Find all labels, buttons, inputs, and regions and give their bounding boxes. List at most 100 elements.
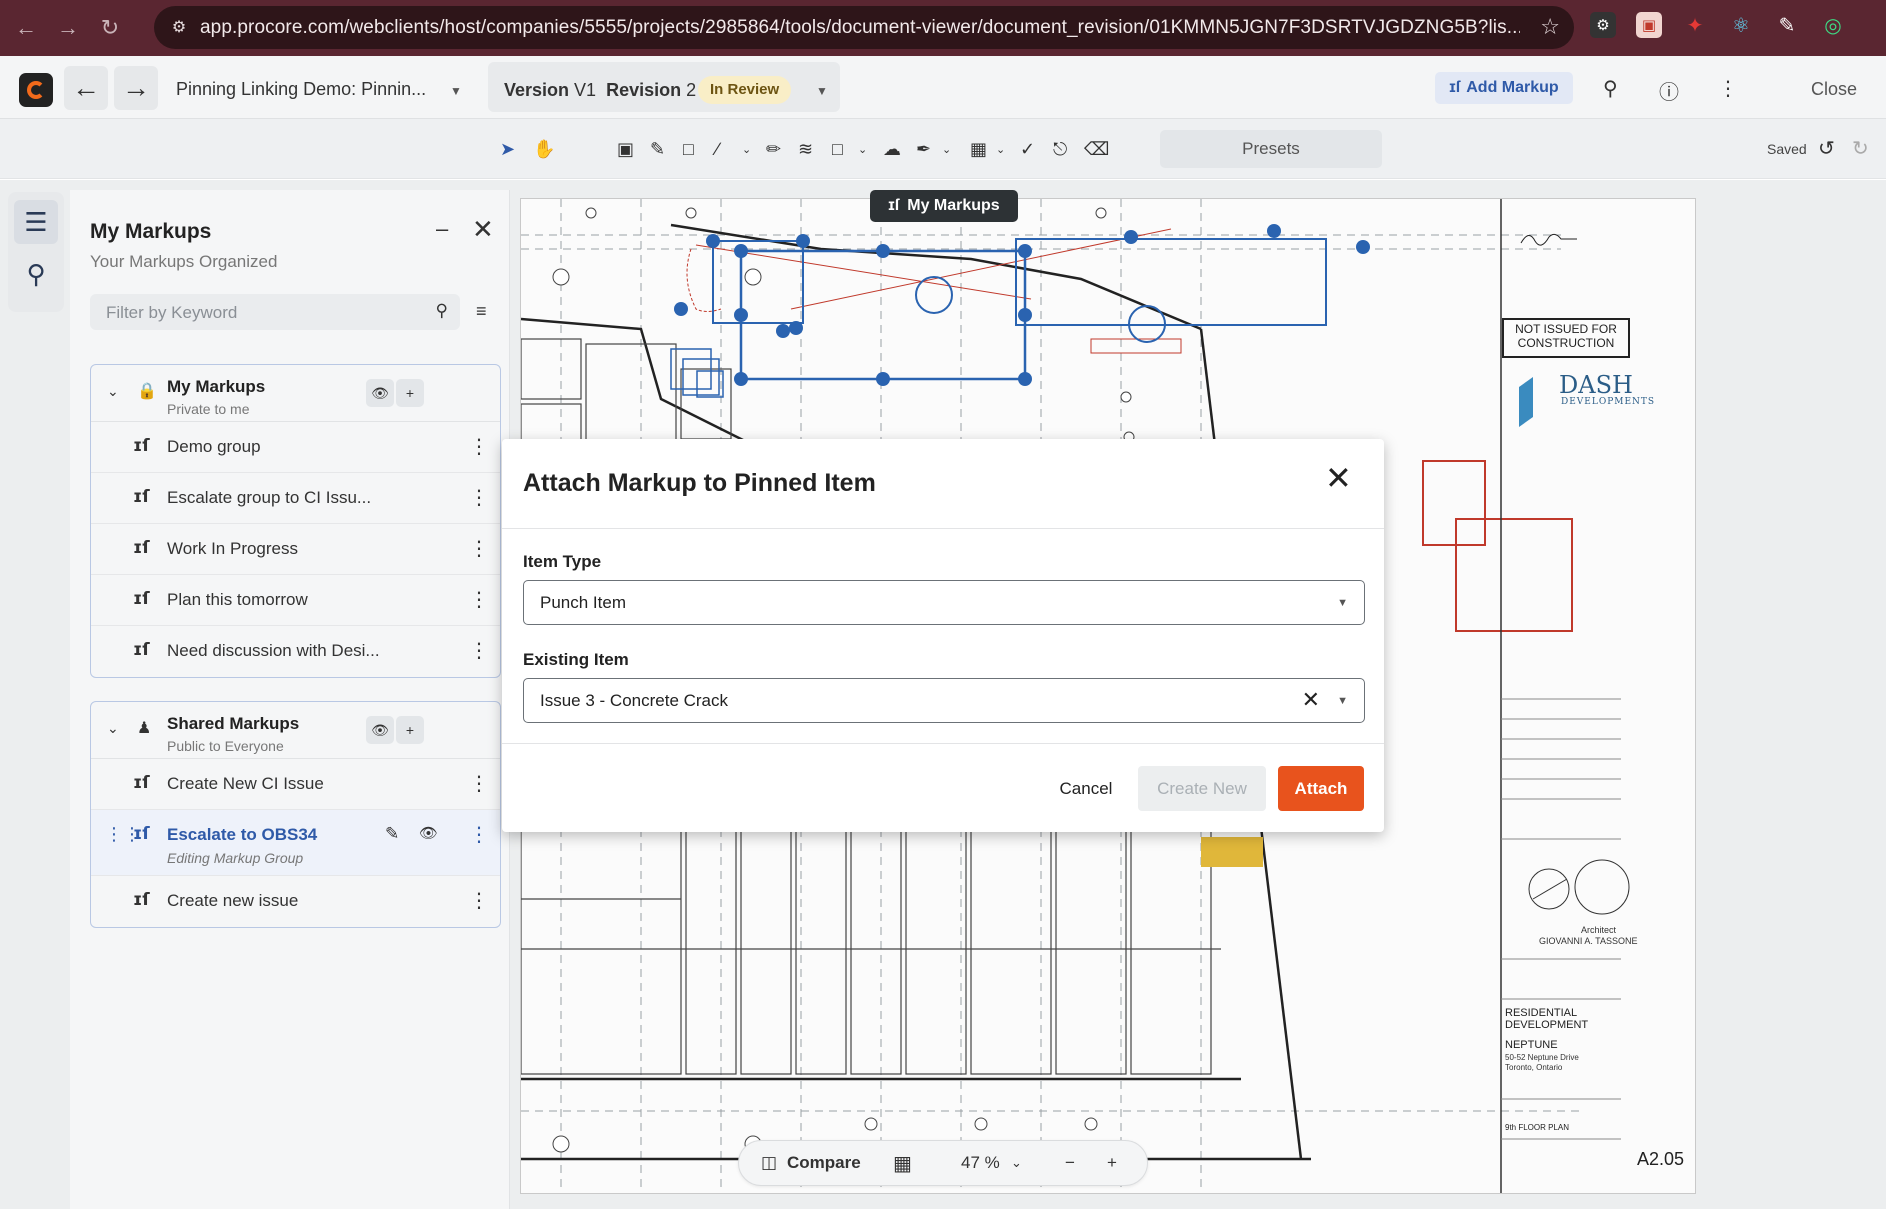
list-item[interactable]: ɪſ Need discussion with Desi... ⋮ [91, 626, 500, 677]
pen-tool-icon[interactable]: ✏ [766, 139, 781, 160]
list-item[interactable]: ɪſ Plan this tomorrow ⋮ [91, 575, 500, 626]
line-tool-icon[interactable]: ∕ [716, 139, 719, 160]
back-arrow-icon[interactable]: ← [64, 66, 108, 110]
extension-gear-icon[interactable]: ⚙ [1590, 12, 1616, 38]
undo-icon[interactable]: ↺ [1818, 136, 1835, 161]
filter-options-icon[interactable]: ≡ [476, 301, 487, 322]
clear-icon[interactable]: ✕ [1302, 687, 1320, 713]
search-icon[interactable]: ⚲ [1603, 76, 1618, 101]
visibility-eye-icon[interactable]: 👁 [366, 716, 394, 744]
measure-tool-icon[interactable]: ≋ [798, 139, 813, 160]
list-item[interactable]: ɪſ Demo group ⋮ [91, 422, 500, 473]
extension-picker-icon[interactable]: ✎ [1774, 12, 1800, 38]
grid-view-icon[interactable]: ▦ [893, 1151, 912, 1176]
more-options-icon[interactable]: ⋮ [469, 587, 489, 612]
check-tool-icon[interactable]: ✓ [1020, 139, 1035, 160]
more-options-icon[interactable]: ⋮ [1718, 76, 1738, 101]
add-icon[interactable]: + [396, 379, 424, 407]
layers-icon[interactable]: ☰ [14, 200, 58, 244]
existing-item-select[interactable]: Issue 3 - Concrete Crack ✕ ▼ [523, 678, 1365, 723]
compare-button[interactable]: Compare [787, 1153, 861, 1173]
item-type-select[interactable]: Punch Item ▼ [523, 580, 1365, 625]
bookmark-star-icon[interactable]: ☆ [1540, 14, 1560, 40]
text-box-tool-icon[interactable]: ▣ [617, 139, 634, 160]
document-title[interactable]: Pinning Linking Demo: Pinnin... [176, 79, 426, 100]
forward-icon[interactable]: → [52, 12, 84, 44]
more-options-icon[interactable]: ⋮ [469, 434, 489, 459]
highlighter-tool-icon[interactable]: ✎ [650, 139, 665, 160]
rectangle-tool-icon[interactable]: □ [832, 139, 843, 160]
close-icon[interactable]: ✕ [472, 214, 494, 245]
more-options-icon[interactable]: ⋮ [469, 638, 489, 663]
add-icon[interactable]: + [396, 716, 424, 744]
redo-icon[interactable]: ↻ [1852, 136, 1869, 161]
close-button[interactable]: Close [1811, 79, 1857, 100]
procore-logo-icon[interactable] [19, 73, 53, 107]
shape-dropdown-icon[interactable]: ⌄ [858, 143, 867, 156]
list-item[interactable]: ɪſ Create New CI Issue ⋮ [91, 759, 500, 810]
attach-button[interactable]: Attach [1278, 766, 1364, 811]
hatch-tool-icon[interactable]: ▦ [970, 139, 987, 160]
back-icon[interactable]: ← [10, 12, 42, 44]
zoom-in-icon[interactable]: + [1107, 1153, 1117, 1173]
more-options-icon[interactable]: ⋮ [469, 536, 489, 561]
list-item[interactable]: ɪſ Escalate group to CI Issu... ⋮ [91, 473, 500, 524]
extension-pdf-icon[interactable]: ✦ [1682, 12, 1708, 38]
zoom-out-icon[interactable]: − [1065, 1153, 1075, 1173]
group-header[interactable]: ⌄ ♟ Shared Markups Public to Everyone 👁 … [91, 702, 500, 759]
filter-input[interactable]: Filter by Keyword ⚲ [90, 294, 460, 330]
search-icon[interactable]: ⚲ [436, 301, 448, 321]
reload-icon[interactable]: ↻ [94, 12, 126, 44]
zoom-level[interactable]: 47 % [961, 1153, 1000, 1173]
chevron-down-icon[interactable]: ⌄ [107, 383, 119, 400]
freehand-dropdown-icon[interactable]: ⌄ [942, 143, 951, 156]
compare-icon[interactable]: ◫ [761, 1153, 777, 1173]
more-options-icon[interactable]: ⋮ [469, 771, 489, 796]
firm-name: DASH [1559, 371, 1633, 399]
extension-target-icon[interactable]: ◎ [1820, 12, 1846, 38]
minimize-icon[interactable]: – [436, 216, 448, 242]
info-icon[interactable]: ⓘ [1659, 76, 1679, 105]
address-bar[interactable]: ⚙ app.procore.com/webclients/host/compan… [154, 6, 1574, 49]
visibility-eye-icon[interactable]: 👁 [419, 824, 438, 842]
list-item[interactable]: ɪſ Work In Progress ⋮ [91, 524, 500, 575]
pin-icon[interactable]: ⚲ [14, 252, 58, 296]
freehand-tool-icon[interactable]: ✒ [916, 139, 931, 160]
list-item[interactable]: ɪſ Create new issue ⋮ [91, 876, 500, 927]
more-options-icon[interactable]: ⋮ [469, 822, 489, 847]
add-markup-button[interactable]: ɪſ Add Markup [1435, 72, 1573, 104]
presets-button[interactable]: Presets [1160, 130, 1382, 168]
pan-tool-icon[interactable]: ✋ [533, 139, 555, 160]
markup-icon: ɪſ [1449, 79, 1461, 96]
edit-pencil-icon[interactable]: ✎ [385, 824, 399, 844]
eraser-tool-icon[interactable]: ⌫ [1084, 139, 1109, 160]
list-item-selected[interactable]: ⋮⋮ ɪſ Escalate to OBS34 Editing Markup G… [91, 810, 500, 876]
document-dropdown-icon[interactable]: ▼ [450, 84, 462, 98]
zoom-dropdown-icon[interactable]: ⌄ [1011, 1155, 1022, 1171]
more-options-icon[interactable]: ⋮ [469, 888, 489, 913]
version-dropdown-icon[interactable]: ▼ [816, 84, 828, 98]
select-tool-icon[interactable]: ➤ [500, 139, 515, 160]
markup-layer-tag[interactable]: ɪſ My Markups [870, 190, 1018, 222]
visibility-eye-icon[interactable]: 👁 [366, 379, 394, 407]
chevron-down-icon[interactable]: ⌄ [107, 720, 119, 737]
url-text[interactable]: app.procore.com/webclients/host/companie… [200, 17, 1520, 39]
stamp-tool-icon[interactable]: ⎋ [1053, 139, 1067, 160]
hatch-dropdown-icon[interactable]: ⌄ [996, 143, 1005, 156]
forward-arrow-icon[interactable]: → [114, 66, 158, 110]
extension-react-icon[interactable]: ⚛ [1728, 12, 1754, 38]
extension-doc-icon[interactable]: ▣ [1636, 12, 1662, 38]
close-icon[interactable]: ✕ [1325, 459, 1352, 497]
group-header[interactable]: ⌄ 🔒 My Markups Private to me 👁 + [91, 365, 500, 422]
chevron-down-icon[interactable]: ▼ [1337, 695, 1348, 707]
cloud-tool-icon[interactable]: ☁ [883, 139, 901, 160]
create-new-button[interactable]: Create New [1138, 766, 1266, 811]
version-selector[interactable]: Version V1 Revision 2 In Review ▼ [488, 62, 840, 112]
markups-panel: My Markups Your Markups Organized – ✕ Fi… [70, 190, 510, 1209]
callout-tool-icon[interactable]: □ [683, 139, 694, 160]
more-options-icon[interactable]: ⋮ [469, 485, 489, 510]
line-dropdown-icon[interactable]: ⌄ [742, 143, 751, 156]
chevron-down-icon[interactable]: ▼ [1337, 597, 1348, 609]
cancel-button[interactable]: Cancel [1046, 766, 1126, 811]
site-settings-icon[interactable]: ⚙ [168, 16, 190, 38]
